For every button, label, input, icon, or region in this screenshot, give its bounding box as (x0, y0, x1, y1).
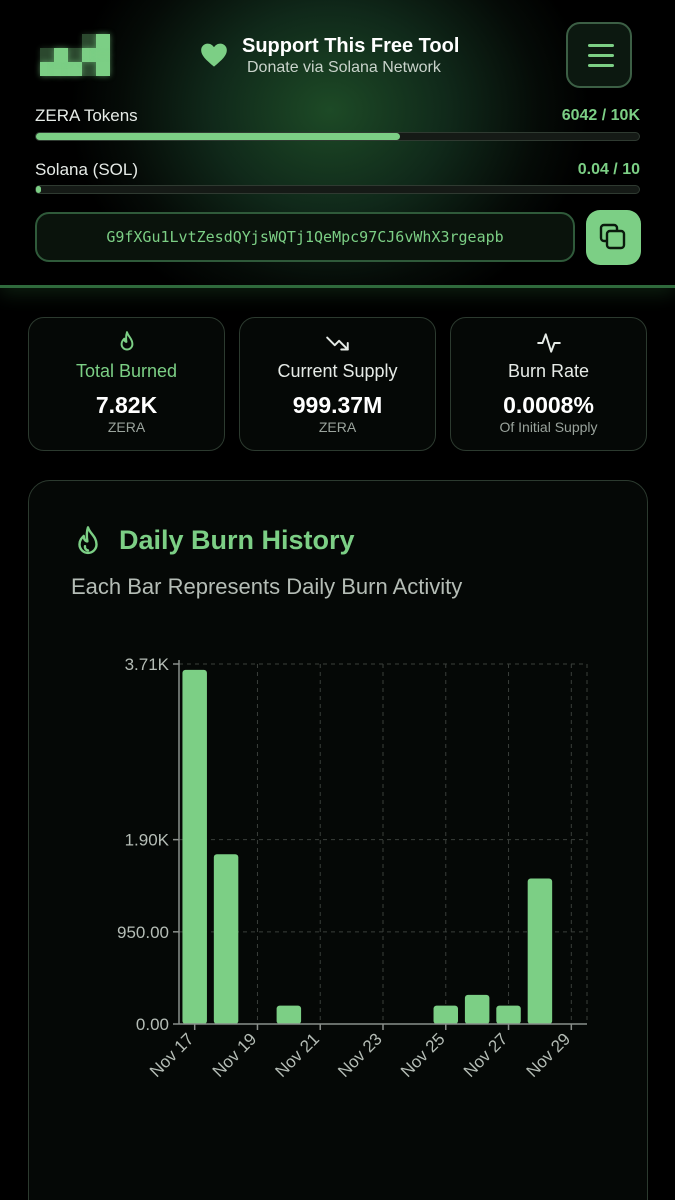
zera-tokens-label: ZERA Tokens (35, 106, 138, 125)
hamburger-menu-icon (588, 44, 614, 47)
copy-icon (599, 223, 626, 250)
stat-label: Current Supply (277, 361, 398, 381)
activity-icon (536, 333, 561, 353)
stat-unit: ZERA (107, 419, 146, 435)
zera-tokens-value: 6042 / 10K (561, 107, 640, 124)
daily-burn-history-card: Daily Burn History Each Bar Represents D… (28, 480, 648, 1200)
stat-value: 999.37M (292, 392, 383, 418)
zera-tokens-progress-bar (35, 132, 640, 141)
x-tick-label: Nov 23 (334, 1029, 386, 1081)
stat-value: 7.82K (95, 392, 158, 418)
bar-nov-20 (276, 1005, 302, 1024)
heart-icon (201, 43, 227, 67)
stat-card-burn-rate: Burn Rate 0.0008% Of Initial Supply (450, 317, 647, 451)
y-tick-label: 1.90K (125, 831, 170, 850)
support-title[interactable]: Support This Free Tool (242, 35, 459, 58)
x-tick-label: Nov 29 (523, 1029, 575, 1081)
bar-nov-26 (464, 994, 490, 1024)
solana-progress-bar (35, 185, 640, 194)
stat-value: 0.0008% (503, 392, 594, 418)
menu-button[interactable] (566, 22, 632, 88)
trending-down-icon (325, 336, 349, 351)
y-tick-label: 950.00 (117, 923, 169, 942)
burn-bar-chart: 0.00950.001.90K3.71KNov 17 Nov 19 Nov 21 No… (117, 655, 588, 1081)
x-tick-label: Nov 17 (146, 1029, 198, 1081)
x-tick-label: Nov 19 (209, 1029, 261, 1081)
bar-nov-17 (182, 669, 207, 1024)
y-tick-label: 3.71K (125, 655, 170, 674)
bar-nov-28 (527, 878, 553, 1024)
x-tick-label: Nov 21 (272, 1029, 324, 1081)
solana-value: 0.04 / 10 (577, 161, 640, 178)
checker-logo-icon[interactable] (40, 34, 112, 78)
stat-card-total-burned: Total Burned 7.82K ZERA (28, 317, 225, 451)
bar-nov-18 (213, 854, 239, 1024)
zera-tokens-progress-fill (36, 133, 401, 140)
stat-unit: Of Initial Supply (499, 419, 598, 435)
solana-label: Solana (SOL) (35, 160, 138, 179)
stat-card-current-supply: Current Supply 999.37M ZERA (239, 317, 436, 451)
bar-nov-25 (433, 1005, 459, 1024)
stat-label: Total Burned (75, 361, 178, 381)
stat-label: Burn Rate (507, 361, 590, 381)
bar-nov-27 (496, 1005, 521, 1024)
flame-icon (120, 331, 133, 351)
y-tick-label: 0.00 (136, 1015, 169, 1034)
support-subtitle: Donate via Solana Network (247, 59, 441, 76)
wallet-address-field[interactable]: G9fXGu1LvtZesdQYjsWQTj1QeMpc97CJ6vWhX3rg… (35, 212, 575, 262)
copy-address-button[interactable] (586, 210, 641, 265)
x-tick-label: Nov 27 (460, 1029, 512, 1081)
donation-header: Support This Free Tool Donate via Solana… (0, 0, 675, 288)
stat-unit: ZERA (318, 419, 357, 435)
solana-progress-fill (36, 186, 41, 193)
x-tick-label: Nov 25 (397, 1029, 449, 1081)
